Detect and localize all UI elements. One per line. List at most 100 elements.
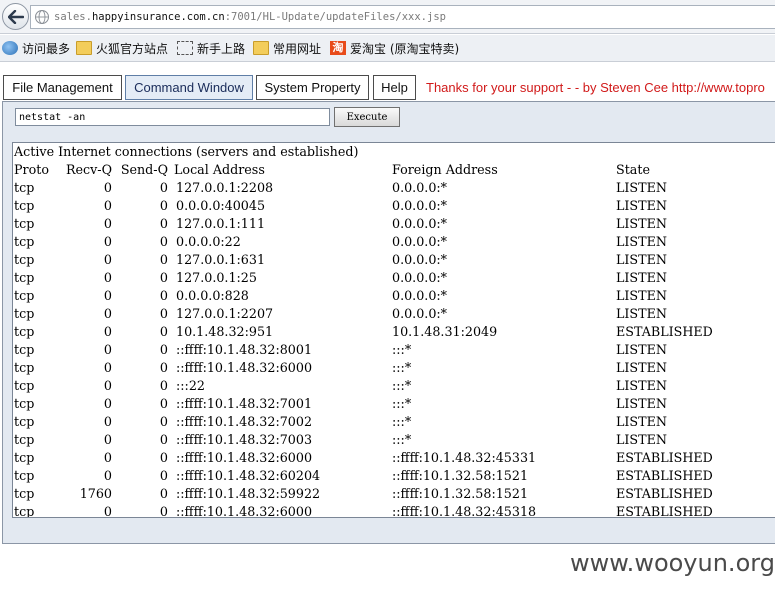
cell-send-q: 0 — [159, 252, 168, 267]
table-row: tcp 1760 0::ffff:10.1.48.32:59922::ffff:10… — [14, 485, 713, 503]
cell-send-q: 0 — [159, 270, 168, 285]
tab-system-property[interactable]: System Property — [256, 75, 369, 100]
command-output[interactable]: Active Internet connections (servers and… — [12, 142, 775, 518]
cell-state: LISTEN — [616, 288, 667, 303]
cell-foreign-address: ::ffff:10.1.32.58:1521 — [392, 468, 529, 483]
back-arrow-icon — [7, 9, 24, 24]
cell-recv-q: 0 — [103, 468, 112, 483]
cell-recv-q: 0 — [103, 504, 112, 518]
bookmark-firefox-site[interactable]: 火狐官方站点 — [76, 39, 168, 57]
cell-proto: tcp — [14, 360, 35, 375]
cell-local-address: ::ffff:10.1.48.32:59922 — [176, 486, 321, 501]
cell-foreign-address: 0.0.0.0:* — [392, 180, 448, 195]
cell-local-address: ::ffff:10.1.48.32:7002 — [176, 414, 313, 429]
cell-send-q: 0 — [159, 450, 168, 465]
table-row: tcp 0 0 0.0.0.0:40045 0.0.0.0:* LISTEN — [14, 197, 713, 215]
col-local-address: Local Address — [174, 162, 265, 177]
back-button[interactable] — [2, 3, 29, 30]
cell-foreign-address: :::* — [392, 378, 412, 393]
table-row: tcp 0 0::ffff:10.1.48.32:8001:::* LISTEN — [14, 341, 713, 359]
tab-help[interactable]: Help — [373, 75, 416, 100]
cell-local-address: 0.0.0.0:22 — [176, 234, 241, 249]
cell-proto: tcp — [14, 288, 35, 303]
cell-state: LISTEN — [616, 306, 667, 321]
cell-foreign-address: 0.0.0.0:* — [392, 216, 448, 231]
cell-recv-q: 0 — [103, 324, 112, 339]
watermark: www.wooyun.org — [570, 549, 775, 577]
cell-foreign-address: 0.0.0.0:* — [392, 288, 448, 303]
command-input[interactable] — [15, 108, 330, 126]
cell-recv-q: 0 — [103, 450, 112, 465]
cell-state: LISTEN — [616, 198, 667, 213]
table-row: tcp 0 0 127.0.0.1:111 0.0.0.0:* LISTEN — [14, 215, 713, 233]
tab-file-management[interactable]: File Management — [3, 75, 122, 100]
cell-local-address: ::ffff:10.1.48.32:7003 — [176, 432, 313, 447]
bookmark-label: 访问最多 — [22, 41, 71, 56]
cell-send-q: 0 — [159, 234, 168, 249]
cell-state: ESTABLISHED — [616, 324, 713, 339]
cell-proto: tcp — [14, 342, 35, 357]
cell-foreign-address: ::ffff:10.1.32.58:1521 — [392, 486, 529, 501]
cell-local-address: 0.0.0.0:40045 — [176, 198, 266, 213]
cell-proto: tcp — [14, 252, 35, 267]
cell-recv-q: 0 — [103, 216, 112, 231]
cell-recv-q: 0 — [103, 306, 112, 321]
dotted-square-icon — [177, 41, 193, 55]
bookmark-most-visited[interactable]: 访问最多 — [2, 39, 70, 57]
col-recv-q: Recv-Q — [65, 162, 112, 177]
cell-proto: tcp — [14, 198, 35, 213]
table-row: tcp 0 0::ffff:10.1.48.32:6000::ffff:10.1.4… — [14, 503, 713, 518]
bookmark-getting-started[interactable]: 新手上路 — [177, 39, 245, 57]
cell-recv-q: 0 — [103, 234, 112, 249]
cell-state: LISTEN — [616, 270, 667, 285]
table-row: tcp 0 0::ffff:10.1.48.32:7002:::* LISTEN — [14, 413, 713, 431]
output-column-headers: Proto Recv-Q Send-Q Local Address Foreig… — [14, 161, 713, 179]
cell-foreign-address: :::* — [392, 342, 412, 357]
table-row: tcp 0 0::ffff:10.1.48.32:7001:::* LISTEN — [14, 395, 713, 413]
output-heading: Active Internet connections (servers and… — [14, 144, 359, 159]
table-row: tcp 0 0::ffff:10.1.48.32:6000:::* LISTEN — [14, 359, 713, 377]
table-row: tcp 0 0:::22:::* LISTEN — [14, 377, 713, 395]
bookmark-aitaobao[interactable]: 淘 爱淘宝 (原淘宝特卖) — [330, 39, 459, 57]
cell-state: ESTABLISHED — [616, 486, 713, 501]
cell-send-q: 0 — [159, 360, 168, 375]
table-row: tcp 0 0 10.1.48.32:951 10.1.48.31:2049 ESTABL… — [14, 323, 713, 341]
cell-recv-q: 0 — [103, 288, 112, 303]
cell-proto: tcp — [14, 414, 35, 429]
page-content: File Management Command Window System Pr… — [0, 63, 775, 544]
cell-proto: tcp — [14, 396, 35, 411]
cell-local-address: 127.0.0.1:2207 — [176, 306, 274, 321]
cell-foreign-address: :::* — [392, 396, 412, 411]
cell-proto: tcp — [14, 180, 35, 195]
bookmark-common-sites[interactable]: 常用网址 — [253, 39, 321, 57]
cell-state: LISTEN — [616, 180, 667, 195]
cell-foreign-address: 0.0.0.0:* — [392, 234, 448, 249]
cell-foreign-address: 0.0.0.0:* — [392, 270, 448, 285]
cell-local-address: 0.0.0.0:828 — [176, 288, 249, 303]
cell-foreign-address: :::* — [392, 414, 412, 429]
cell-proto: tcp — [14, 270, 35, 285]
cell-recv-q: 0 — [103, 270, 112, 285]
table-row: tcp 0 0 127.0.0.1:631 0.0.0.0:* LISTEN — [14, 251, 713, 269]
cell-local-address: :::22 — [176, 378, 205, 393]
cell-proto: tcp — [14, 216, 35, 231]
url-text: sales.happyinsurance.com.cn:7001/HL-Upda… — [54, 11, 446, 23]
execute-button[interactable]: Execute — [334, 107, 400, 127]
cell-local-address: 10.1.48.32:951 — [176, 324, 274, 339]
output-lines: Active Internet connections (servers and… — [14, 143, 713, 518]
cell-send-q: 0 — [159, 378, 168, 393]
tab-command-window[interactable]: Command Window — [125, 75, 253, 100]
cell-recv-q: 0 — [103, 342, 112, 357]
bookmark-label: 常用网址 — [273, 41, 322, 56]
globe-icon — [2, 41, 18, 55]
cell-proto: tcp — [14, 234, 35, 249]
cell-send-q: 0 — [159, 216, 168, 231]
cell-send-q: 0 — [159, 306, 168, 321]
url-field[interactable]: sales.happyinsurance.com.cn:7001/HL-Upda… — [30, 5, 775, 29]
table-row: tcp 0 0::ffff:10.1.48.32:60204::ffff:10.1.… — [14, 467, 713, 485]
cell-local-address: ::ffff:10.1.48.32:6000 — [176, 450, 313, 465]
table-row: tcp 0 0 127.0.0.1:2208 0.0.0.0:* LISTEN — [14, 179, 713, 197]
table-row: tcp 0 0 0.0.0.0:828 0.0.0.0:* LISTEN — [14, 287, 713, 305]
cell-proto: tcp — [14, 432, 35, 447]
cell-send-q: 0 — [159, 180, 168, 195]
